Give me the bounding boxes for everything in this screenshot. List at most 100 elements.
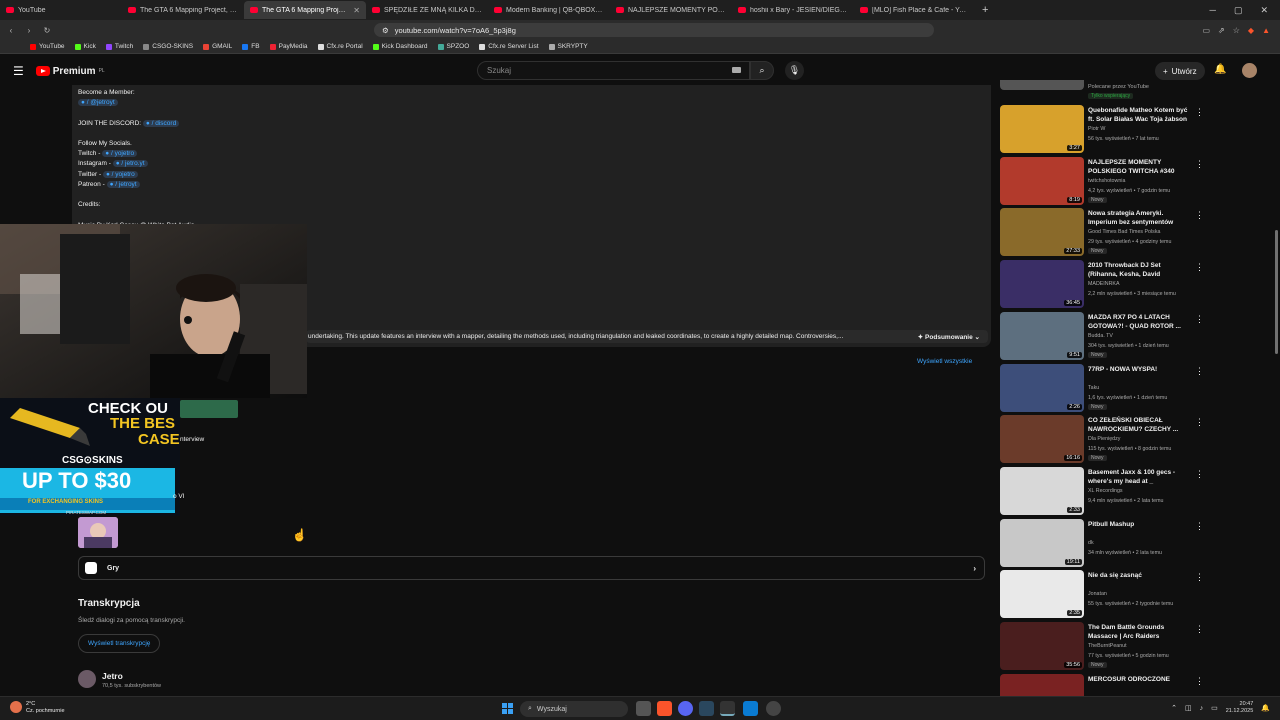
recommended-video[interactable]: 8:19 NAJLEPSZE MOMENTY POLSKIEGO TWITCHA …	[1000, 156, 1270, 207]
windows-start-icon[interactable]	[502, 703, 513, 714]
video-title[interactable]: NAJLEPSZE MOMENTY POLSKIEGO TWITCHA #340	[1088, 158, 1188, 176]
channel-name[interactable]: Taku	[1088, 385, 1099, 391]
bookmark-item[interactable]: PayMedia	[269, 43, 308, 50]
reload-icon[interactable]: ↻	[40, 26, 54, 35]
network-icon[interactable]: ◫	[1185, 704, 1192, 712]
patreon-link[interactable]: ● / jetroyt	[106, 180, 140, 188]
battery-icon[interactable]: ▭	[1211, 704, 1218, 712]
notifications-bell-icon[interactable]: 🔔	[1214, 64, 1226, 75]
search-input[interactable]: Szukaj	[477, 61, 750, 80]
video-thumbnail[interactable]: 36:45	[1000, 260, 1084, 309]
more-options-icon[interactable]: ⋮	[1195, 159, 1204, 170]
channel-name[interactable]: Piotr W	[1088, 126, 1105, 132]
browser-tab[interactable]: [MLO] Fish Place & Cafe - YouTube	[854, 1, 976, 19]
browser-tab[interactable]: NAJLEPSZE MOMENTY POLSKIEGO T	[610, 1, 732, 19]
recommended-video[interactable]: MERCOSUR ODROCZONE ⋮	[1000, 673, 1270, 696]
twitter-link[interactable]: ● / yojetro	[102, 170, 138, 178]
video-thumbnail[interactable]: 35:56	[1000, 622, 1084, 670]
browser-tab-active[interactable]: The GTA 6 Mapping Project, 2 Y✕	[244, 1, 366, 19]
chapter-thumbnail[interactable]	[78, 517, 118, 548]
share-icon[interactable]: ⇗	[1218, 26, 1225, 35]
taskbar-search[interactable]: ⌕ Wyszukaj	[520, 701, 628, 717]
channel-name[interactable]: Jonatan	[1088, 591, 1107, 597]
bookmark-item[interactable]: FB	[242, 43, 260, 50]
bookmark-item[interactable]: GMAIL	[203, 43, 232, 50]
new-tab-button[interactable]: +	[976, 4, 994, 16]
video-title[interactable]: 2010 Throwback DJ Set (Rihanna, Kesha, D…	[1088, 261, 1188, 280]
video-title[interactable]: MAZDA RX7 PO 4 LATACH GOTOWA?! - QUAD RO…	[1088, 313, 1188, 331]
video-thumbnail[interactable]	[1000, 673, 1084, 696]
recommended-video[interactable]: 36:45 2010 Throwback DJ Set (Rihanna, Kes…	[1000, 260, 1270, 310]
youtube-premium-logo[interactable]: Premium PL	[35, 66, 105, 77]
bookmark-item[interactable]: Kick	[74, 43, 96, 50]
bookmark-folder[interactable]: SKRYPTY	[548, 43, 588, 50]
taskbar-clock[interactable]: 20:47 21.12.2025	[1226, 701, 1254, 715]
video-thumbnail[interactable]: 3:27	[1000, 105, 1084, 153]
more-options-icon[interactable]: ⋮	[1195, 366, 1204, 377]
discord-link[interactable]: ● / discord	[142, 119, 180, 127]
member-link[interactable]: ● / @jetroyt	[78, 99, 118, 107]
csgo-skins-ad-overlay[interactable]: CHECK OU THE BES CASE CSG⊙SKINS UP TO $3…	[0, 398, 180, 516]
chapter-thumbnail[interactable]	[180, 400, 238, 418]
video-thumbnail[interactable]: 27:33	[1000, 208, 1084, 257]
steam-icon[interactable]	[699, 701, 714, 716]
search-button[interactable]: ⌕	[750, 61, 774, 80]
recommended-video[interactable]: 2:35 Nie da się zasnąć Jonatan 55 tys. wyśw…	[1000, 570, 1270, 620]
account-avatar[interactable]	[1242, 63, 1257, 78]
video-thumbnail[interactable]: 2:33	[1000, 466, 1084, 515]
menu-icon[interactable]: ☰	[13, 64, 24, 78]
video-thumbnail[interactable]: 2:26	[1000, 363, 1084, 412]
back-icon[interactable]: ‹	[4, 26, 18, 35]
chapter-title[interactable]: nterview	[180, 436, 204, 443]
bookmark-item[interactable]: SPZOO	[437, 43, 469, 50]
bookmark-item[interactable]: Cfx.re Server List	[479, 43, 539, 50]
brave-shield-icon[interactable]: ◆	[1248, 26, 1254, 35]
more-options-icon[interactable]: ⋮	[1195, 262, 1204, 273]
video-title[interactable]: Basement Jaxx & 100 gecs - where's my he…	[1088, 468, 1188, 486]
bookmark-item[interactable]: YouTube	[30, 43, 65, 50]
more-options-icon[interactable]: ⋮	[1195, 572, 1204, 583]
recommended-video[interactable]: 3:27 Quebonafide Matheo Kotem być ft. Sol…	[1000, 105, 1270, 155]
channel-name[interactable]: twitchshotownia	[1088, 178, 1125, 184]
twitch-link[interactable]: ● / yojetro	[102, 150, 138, 158]
instagram-link[interactable]: ● / jetro.yt	[112, 160, 148, 168]
video-title[interactable]: The Dam Battle Grounds Massacre | Arc Ra…	[1088, 623, 1188, 641]
tray-overflow-icon[interactable]: ⌃	[1171, 704, 1177, 712]
channel-name[interactable]: Jetro	[102, 671, 123, 681]
view-all-chapters-link[interactable]: Wyświetl wszystkie	[917, 358, 972, 365]
browser-tab[interactable]: Modern Banking | QB-QBOX-ESX | Fi	[488, 1, 610, 19]
create-button[interactable]: + Utwórz	[1155, 62, 1205, 80]
video-title[interactable]: Nie da się zasnąć	[1088, 571, 1188, 580]
recommendation-partial[interactable]: Polecane przez YouTube Tylko wspierający	[1000, 80, 1270, 102]
obs-icon[interactable]	[766, 701, 781, 716]
site-info-icon[interactable]: ⚙	[382, 26, 389, 35]
close-window-icon[interactable]: ✕	[1260, 5, 1268, 16]
category-games-row[interactable]: Gry ›	[78, 556, 985, 580]
video-title[interactable]: MERCOSUR ODROCZONE	[1088, 675, 1188, 684]
summary-button[interactable]: ✦ Podsumowanie ⌄	[918, 333, 988, 341]
video-title[interactable]: Pitbull Mashup	[1088, 520, 1188, 529]
bookmark-icon[interactable]: ☆	[1233, 26, 1240, 35]
video-thumbnail[interactable]: 19:11	[1000, 518, 1084, 567]
video-title[interactable]: CO ZEŁEŃSKI OBIECAŁ NAWROCKIEMU? CZECHY …	[1088, 416, 1188, 434]
show-transcript-button[interactable]: Wyświetl transkrypcję	[78, 634, 161, 653]
bookmark-item[interactable]: Cfx.re Portal	[317, 43, 363, 50]
bookmark-item[interactable]: Kick Dashboard	[372, 43, 428, 50]
recommended-video[interactable]: 9:51 MAZDA RX7 PO 4 LATACH GOTOWA?! - QUA…	[1000, 311, 1270, 362]
video-title[interactable]: 77RP - NOWA WYSPA!	[1088, 365, 1188, 374]
notifications-icon[interactable]: 🔔	[1261, 704, 1270, 712]
terminal-icon[interactable]	[720, 701, 735, 716]
more-options-icon[interactable]: ⋮	[1195, 624, 1204, 635]
recommended-video[interactable]: 27:33 Nowa strategia Ameryki. Imperium be…	[1000, 208, 1270, 258]
voice-search-button[interactable]: 🎙	[785, 61, 804, 80]
weather-widget[interactable]: 2°C Cz. pochmurnie	[10, 701, 65, 715]
browser-tab[interactable]: YouTube	[0, 1, 122, 19]
channel-name[interactable]: TheBurntPeanut	[1088, 643, 1127, 649]
channel-name[interactable]: MADEINRKA	[1088, 281, 1120, 287]
video-title[interactable]: Quebonafide Matheo Kotem być ft. Solar B…	[1088, 106, 1188, 124]
video-title[interactable]: Nowa strategia Ameryki. Imperium bez sen…	[1088, 209, 1188, 227]
cast-icon[interactable]: ▭	[1202, 26, 1210, 35]
vscode-icon[interactable]	[743, 701, 758, 716]
ai-summary-bar[interactable]: undertaking. This update features an int…	[306, 330, 988, 343]
video-thumbnail[interactable]: 2:35	[1000, 570, 1084, 619]
